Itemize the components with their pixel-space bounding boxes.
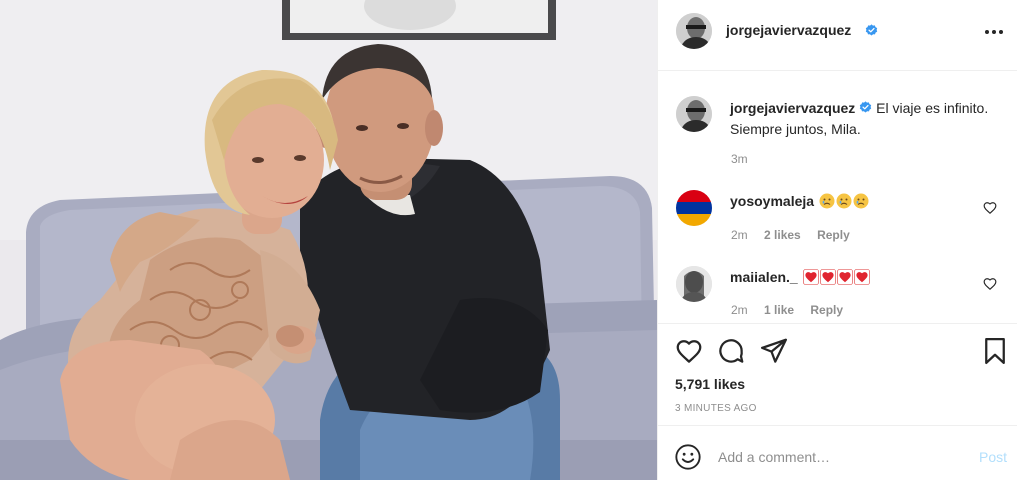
comment-input[interactable] bbox=[718, 443, 968, 471]
commenter-username[interactable]: yosoymaleja bbox=[730, 193, 814, 209]
more-dot bbox=[992, 30, 996, 34]
likes-count[interactable]: 5,791 likes bbox=[675, 376, 745, 392]
post-timestamp[interactable]: 3 MINUTES AGO bbox=[675, 403, 757, 414]
comment-text-block: maiialen._ bbox=[730, 268, 870, 286]
comment-meta: 2m 1 like Reply bbox=[731, 303, 856, 317]
caption-text-block: jorgejaviervazquez El viaje es infinito.… bbox=[730, 98, 1000, 140]
verified-badge-icon bbox=[860, 101, 872, 113]
post-header: jorgejaviervazquez bbox=[658, 0, 1017, 71]
commenter-avatar-flag bbox=[676, 190, 712, 226]
comment-reply-button[interactable]: Reply bbox=[817, 228, 850, 242]
commenter-avatar-image bbox=[676, 266, 712, 302]
comment-likes-count[interactable]: 1 like bbox=[764, 303, 794, 317]
caption-username[interactable]: jorgejaviervazquez bbox=[730, 100, 855, 116]
paper-plane-icon[interactable] bbox=[759, 336, 789, 366]
verified-badge-icon bbox=[865, 24, 878, 36]
comment-timestamp[interactable]: 2m bbox=[731, 303, 748, 317]
bookmark-icon[interactable] bbox=[980, 336, 1010, 366]
speech-bubble-icon[interactable] bbox=[716, 336, 746, 366]
red-heart-emoji-icon bbox=[836, 269, 853, 285]
comment-like-heart-icon[interactable] bbox=[983, 277, 997, 291]
commenter-username[interactable]: maiialen._ bbox=[730, 269, 798, 285]
comment-text-block: yosoymaleja bbox=[730, 192, 869, 210]
author-avatar-image bbox=[676, 13, 712, 49]
red-heart-emoji-icon bbox=[802, 269, 819, 285]
comment-timestamp[interactable]: 2m bbox=[731, 228, 748, 242]
caption-author-avatar-image bbox=[676, 96, 712, 132]
post-sidebar: jorgejaviervazquez jorgejaviervazquez El… bbox=[657, 0, 1017, 480]
add-comment-bar: Post bbox=[658, 425, 1017, 480]
post-actions: 5,791 likes 3 MINUTES AGO bbox=[658, 323, 1017, 425]
comment-likes-count[interactable]: 2 likes bbox=[764, 228, 801, 242]
more-dot bbox=[985, 30, 989, 34]
heart-outline-icon[interactable] bbox=[674, 336, 704, 366]
commenter-avatar[interactable] bbox=[676, 190, 712, 226]
author-username[interactable]: jorgejaviervazquez bbox=[726, 22, 851, 38]
red-heart-emoji-icon bbox=[819, 269, 836, 285]
commenter-avatar[interactable] bbox=[676, 266, 712, 302]
crying-face-emoji-icon bbox=[836, 193, 852, 209]
post-comment-button[interactable]: Post bbox=[979, 449, 1007, 465]
crying-face-emoji-icon bbox=[819, 193, 835, 209]
smiley-face-icon[interactable] bbox=[674, 443, 702, 471]
instagram-post: jorgejaviervazquez jorgejaviervazquez El… bbox=[0, 0, 1017, 480]
caption-timestamp[interactable]: 3m bbox=[731, 152, 748, 166]
post-photo-illustration bbox=[0, 0, 657, 480]
comment-like-heart-icon[interactable] bbox=[983, 201, 997, 215]
caption-author-avatar[interactable] bbox=[676, 96, 712, 132]
author-avatar[interactable] bbox=[676, 13, 712, 49]
red-heart-emoji-icon bbox=[853, 269, 870, 285]
more-options-button[interactable] bbox=[980, 20, 1008, 44]
comment-meta: 2m 2 likes Reply bbox=[731, 228, 863, 242]
crying-face-emoji-icon bbox=[853, 193, 869, 209]
comment-reply-button[interactable]: Reply bbox=[810, 303, 843, 317]
post-photo[interactable] bbox=[0, 0, 657, 480]
more-dot bbox=[999, 30, 1003, 34]
